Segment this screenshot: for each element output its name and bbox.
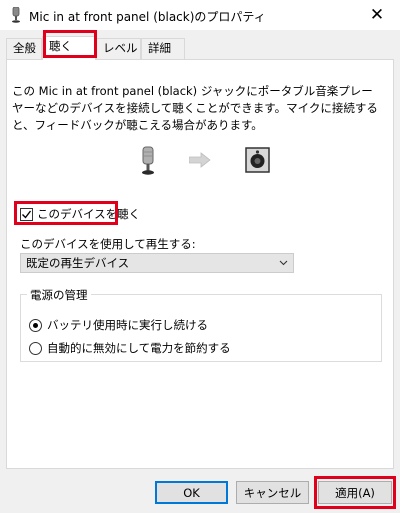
radio-disable-label: 自動的に無効にして電力を節約する [47, 341, 231, 355]
listen-checkbox-label: このデバイスを聴く [37, 207, 141, 221]
speaker-icon [245, 147, 270, 173]
power-management-group: 電源の管理 バッテリ使用時に実行し続ける 自動的に無効にして電力を節約する [20, 287, 382, 362]
tab-general[interactable]: 全般 [6, 38, 42, 59]
microphone-icon [142, 146, 154, 175]
checkmark-icon [22, 210, 32, 219]
radio-disable-row[interactable]: 自動的に無効にして電力を節約する [29, 340, 231, 356]
microphone-icon [12, 7, 20, 23]
radio-continue-row[interactable]: バッテリ使用時に実行し続ける [29, 317, 208, 333]
tab-advanced[interactable]: 詳細 [141, 38, 185, 59]
playback-device-select[interactable]: 既定の再生デバイス [20, 253, 294, 273]
window-title: Mic in at front panel (black)のプロパティ [29, 10, 266, 24]
arrow-right-icon [189, 152, 211, 168]
close-button[interactable]: ✕ [354, 0, 400, 30]
radio-continue-label: バッテリ使用時に実行し続ける [47, 318, 208, 332]
apply-button[interactable]: 適用(A) [318, 481, 392, 504]
title-bar: Mic in at front panel (black)のプロパティ ✕ [0, 0, 400, 30]
listen-description: この Mic in at front panel (black) ジャックにポー… [12, 84, 378, 132]
chevron-down-icon [279, 260, 288, 266]
ok-button[interactable]: OK [155, 481, 228, 504]
listen-checkbox[interactable] [20, 207, 33, 221]
radio-continue-on-battery[interactable] [29, 318, 42, 332]
power-management-title: 電源の管理 [27, 287, 91, 303]
close-icon: ✕ [369, 5, 385, 25]
playback-device-label: このデバイスを使用して再生する: [20, 237, 196, 251]
playback-device-value: 既定の再生デバイス [26, 256, 130, 270]
radio-disable-save-power[interactable] [29, 341, 42, 355]
listen-checkbox-row[interactable]: このデバイスを聴く [20, 206, 140, 222]
tab-listen[interactable]: 聴く [42, 36, 96, 60]
cancel-button[interactable]: キャンセル [236, 481, 309, 504]
tab-levels[interactable]: レベル [96, 38, 141, 59]
